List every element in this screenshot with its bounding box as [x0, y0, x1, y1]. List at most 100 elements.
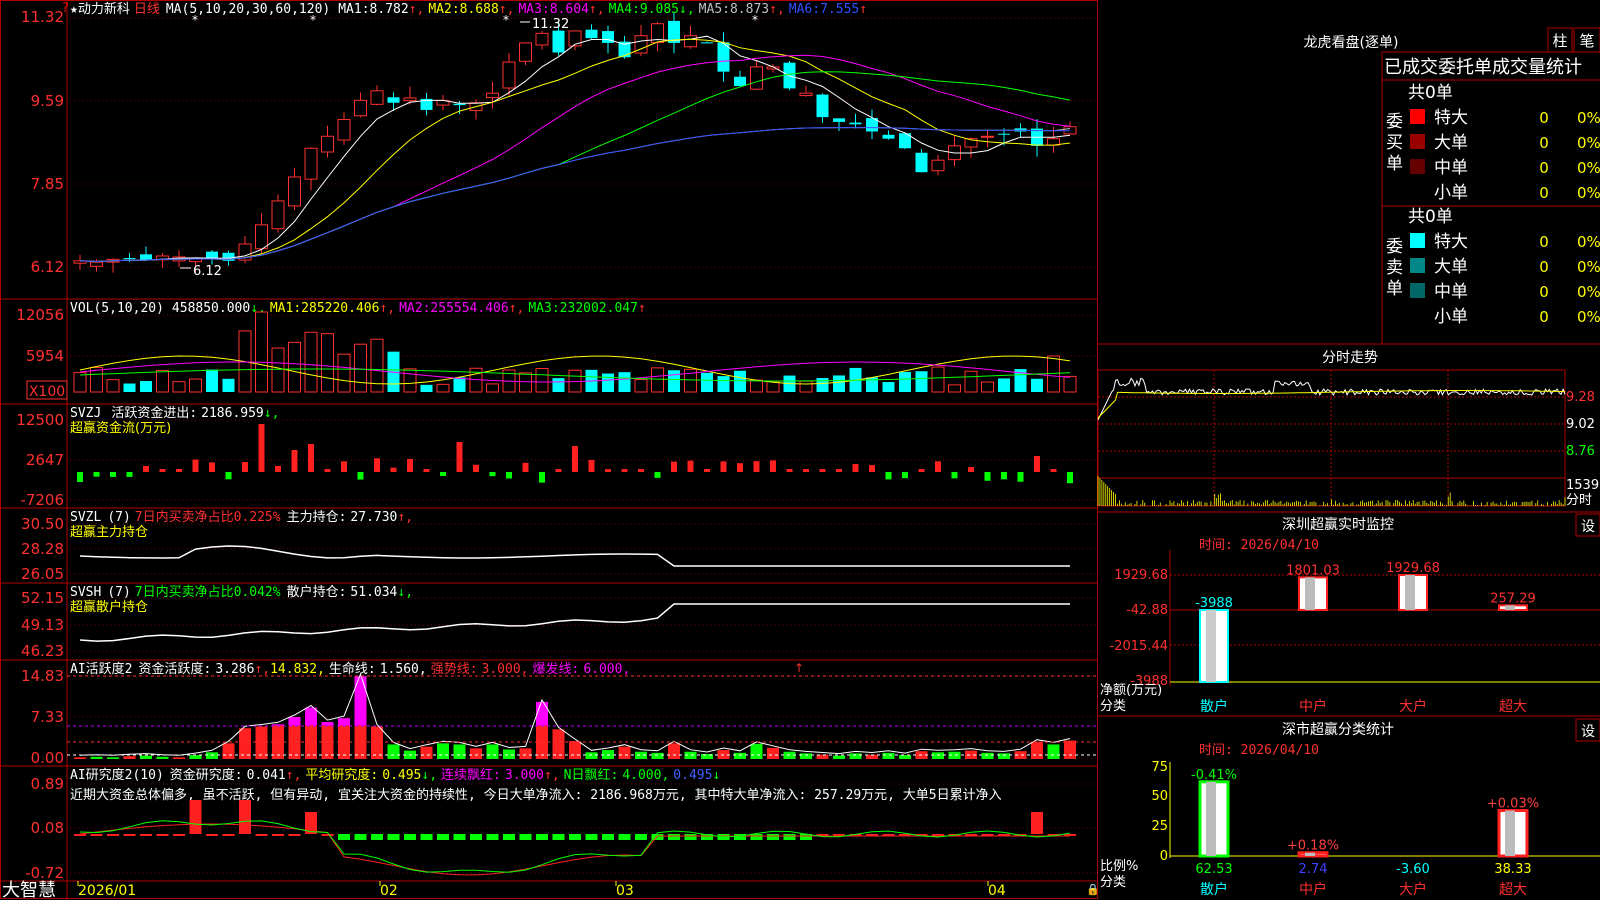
- activity-bar: [767, 747, 779, 759]
- monitor-category-label: 散户: [1200, 698, 1228, 715]
- activity-bar: [849, 753, 862, 759]
- volume-bar: [734, 370, 746, 392]
- fund-flow-bar: [770, 460, 776, 472]
- classify-value: 2.74: [1299, 862, 1328, 877]
- activity-bar: [420, 746, 433, 759]
- activity-bar: [734, 752, 746, 759]
- candle-body: [403, 97, 417, 102]
- activity-bar: [437, 743, 449, 759]
- fund-flow-bar: [1050, 469, 1057, 472]
- research-bar: [156, 834, 169, 836]
- svg-text:*: *: [752, 13, 758, 27]
- research-bar: [420, 834, 433, 840]
- activity-bar: [206, 752, 218, 759]
- fund-flow-bar: [671, 461, 677, 472]
- volume-bar: [288, 341, 301, 393]
- fund-flow-bar: [291, 450, 298, 472]
- volume-bar: [998, 378, 1010, 392]
- activity-burst-bar: [338, 718, 350, 726]
- volume-bar: [206, 369, 218, 392]
- fund-flow-bar: [539, 472, 545, 483]
- activity-bar: [882, 752, 895, 759]
- order-row-label: 特大: [1434, 232, 1468, 252]
- order-color-swatch: [1410, 283, 1425, 298]
- low-price-mark: 6.12: [193, 264, 222, 279]
- order-row-pct: 0%: [1577, 258, 1600, 276]
- activity-bar: [750, 743, 763, 759]
- volume-bar: [915, 371, 928, 392]
- classify-x-label: 分类: [1100, 875, 1126, 890]
- monitor-settings-button[interactable]: 设: [1575, 513, 1600, 537]
- fund-flow-bar: [902, 472, 908, 479]
- research-bar: [503, 834, 515, 840]
- classify-category-label: 大户: [1399, 881, 1427, 898]
- classify-tick: 25: [1151, 819, 1168, 834]
- candle-body: [750, 66, 763, 90]
- volume-bar: [73, 372, 87, 393]
- date-label: 04: [988, 883, 1006, 899]
- svzj-subtitle: 超赢资金流(万元): [70, 420, 171, 436]
- intraday-tick: 8.76: [1566, 444, 1595, 459]
- research-bar: [255, 834, 268, 836]
- svg-text:委: 委: [1386, 112, 1403, 132]
- candle-body: [140, 254, 152, 260]
- svg-text:单: 单: [1386, 279, 1403, 299]
- activity-bar: [1047, 744, 1060, 759]
- volume-bar: [519, 372, 532, 393]
- volume-bar: [403, 368, 417, 393]
- svg-text:单: 单: [1386, 154, 1403, 174]
- lock-icon[interactable]: 🔒: [1086, 883, 1100, 896]
- research-bar: [189, 800, 202, 834]
- fund-flow-bar: [456, 442, 463, 472]
- volume-bar: [717, 376, 730, 392]
- research-bar: [684, 834, 697, 840]
- classify-value: -3.60: [1396, 862, 1430, 877]
- monitor-bar-value: -3988: [1195, 596, 1233, 611]
- research-bar: [123, 834, 136, 836]
- classify-time: 时间: 2026/04/10: [1199, 743, 1319, 758]
- fund-flow-bar: [209, 462, 215, 472]
- chart-workspace[interactable]: 11.32 9.59 7.85 6.12 12056 5954 12500 26…: [0, 0, 1600, 900]
- ma-line: [79, 35, 1071, 263]
- research-bar: [437, 834, 449, 840]
- fund-flow-bar: [473, 464, 479, 472]
- fund-flow-bar: [852, 464, 859, 472]
- bar-view-button[interactable]: 柱: [1547, 27, 1573, 53]
- volume-panel-header: VOL(5,10,20) 458850.000↓, MA1:285220.406↑,…: [70, 301, 646, 316]
- fund-flow-bar: [407, 458, 413, 472]
- activity-bar: [156, 756, 169, 759]
- volume-bar: [486, 383, 499, 393]
- svzl-tick: 30.50: [21, 515, 64, 533]
- volume-bar: [304, 331, 318, 393]
- fund-flow-bar: [275, 465, 281, 472]
- volume-bar: [750, 379, 763, 393]
- volume-bar: [140, 381, 152, 392]
- activity-burst-bar: [305, 707, 317, 726]
- ai-research-bars: [74, 800, 1076, 876]
- research-bar: [453, 834, 466, 840]
- candle-body: [552, 30, 565, 53]
- fund-flow-bar: [390, 467, 397, 472]
- intraday-tick: 15398: [1566, 478, 1600, 493]
- tick-view-button[interactable]: 笔: [1573, 27, 1600, 53]
- svzl-tick: 28.28: [21, 540, 64, 558]
- svzj-tick: -7206: [20, 491, 64, 509]
- classify-bar-shade: [1505, 810, 1515, 856]
- svg-text:买: 买: [1386, 133, 1403, 153]
- research-bar: [486, 834, 499, 840]
- fund-flow-bar: [176, 469, 182, 472]
- fund-flow-bar: [935, 461, 941, 472]
- volume-bar: [222, 378, 235, 392]
- candle-body: [568, 30, 582, 47]
- fund-flow-bar: [836, 469, 842, 472]
- monitor-bar-shade: [1206, 610, 1216, 682]
- price-panel-header: ★动力新科 日线 MA(5,10,20,30,60,120) MA1:8.782↑, M…: [70, 1, 867, 17]
- order-row-label: 大单: [1434, 257, 1468, 277]
- fund-flow-bar: [621, 469, 628, 472]
- activity-bar: [222, 743, 235, 759]
- volume-bar: [156, 369, 169, 393]
- activity-bar: [668, 743, 680, 759]
- volume-tick: 12056: [16, 306, 64, 324]
- classify-settings-button[interactable]: 设: [1575, 718, 1600, 742]
- fund-flow-bar: [357, 472, 364, 480]
